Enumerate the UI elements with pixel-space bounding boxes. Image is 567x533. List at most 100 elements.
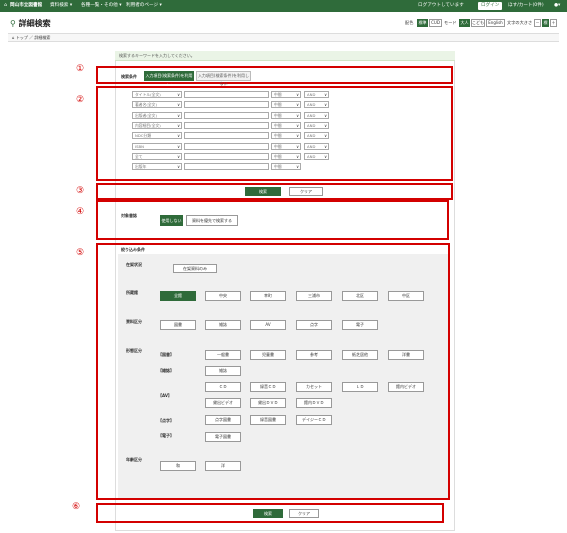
tab-use-conditions[interactable]: 入力項目(検索条件)を利用する — [144, 71, 194, 88]
match-select[interactable]: 中間 — [271, 111, 301, 119]
book-option[interactable]: 洋書 — [388, 350, 424, 360]
age-option[interactable]: 和 — [160, 461, 196, 471]
keyword-input[interactable] — [184, 142, 269, 150]
librarie-option[interactable]: 北区 — [342, 291, 378, 301]
match-select[interactable]: 中間 — [271, 121, 301, 129]
magazine-option[interactable]: 雑誌 — [205, 366, 241, 376]
match-select[interactable]: 中間 — [271, 163, 301, 171]
menu-mypage[interactable]: 利用者のページ ▾ — [126, 0, 162, 12]
field-select[interactable]: NDC分類 — [132, 132, 182, 140]
type-option[interactable]: 点字 — [296, 320, 332, 330]
operator-select[interactable]: AND — [304, 132, 329, 140]
help-icon[interactable]: ●▾ — [554, 0, 560, 12]
english-button[interactable]: English — [486, 19, 505, 27]
ebook-label: 【電子】 — [158, 433, 174, 438]
annotation-box-4 — [96, 200, 449, 240]
av-option[interactable]: 貸出ＤＶＤ — [250, 398, 286, 408]
age-option[interactable]: 洋 — [205, 461, 241, 471]
librarie-option[interactable]: 全館 — [160, 291, 196, 301]
material-type-label: 資料区分 — [126, 319, 142, 324]
type-option[interactable]: 雑誌 — [205, 320, 241, 330]
login-button[interactable]: ログイン — [478, 2, 503, 10]
av-option[interactable]: 録音ＣＤ — [250, 382, 286, 392]
av-option[interactable]: 館内ビデオ — [388, 382, 424, 392]
operator-select[interactable]: AND — [304, 91, 329, 98]
match-select[interactable]: 中間 — [271, 152, 301, 160]
field-select[interactable]: ISBN — [132, 142, 182, 150]
keyword-input[interactable] — [184, 121, 269, 129]
librarie-option[interactable]: 中区 — [388, 291, 424, 301]
av-option[interactable]: 貸出ビデオ — [205, 398, 241, 408]
font-standard-button[interactable]: 標 — [542, 19, 549, 27]
keyword-input[interactable] — [184, 101, 269, 109]
status-in-stock-button[interactable]: 在架資料のみ — [173, 264, 217, 273]
site-name[interactable]: 岡山市立図書館 — [10, 0, 42, 12]
av-option[interactable]: ＣＤ — [205, 382, 241, 392]
field-select[interactable]: 出版者(全文) — [132, 111, 182, 119]
color-standard-button[interactable]: 標準 — [417, 19, 428, 27]
operator-select[interactable]: AND — [304, 142, 329, 150]
librarie-option[interactable]: 三浦市 — [296, 291, 332, 301]
braille-option[interactable]: 点字図書 — [205, 415, 241, 425]
braille-label: 【点字】 — [158, 418, 174, 423]
bottom-clear-button[interactable]: クリア — [289, 509, 319, 518]
book-option[interactable]: 児童書 — [250, 350, 286, 360]
mode-kids-button[interactable]: こども — [471, 19, 485, 27]
av-option[interactable]: ＬＤ — [342, 382, 378, 392]
keyword-input[interactable] — [184, 132, 269, 140]
match-select[interactable]: 中間 — [271, 132, 301, 140]
clear-button[interactable]: クリア — [289, 187, 323, 196]
cart-link[interactable]: ほす/カート(0件) — [508, 0, 544, 12]
book-option[interactable]: 紙芝居他 — [342, 350, 378, 360]
field-select[interactable]: タイトル(全文) — [132, 91, 182, 98]
search-button[interactable]: 検索 — [245, 187, 281, 196]
target-option-none[interactable]: 使用しない — [160, 215, 183, 226]
breadcrumb-home[interactable]: トップ — [16, 35, 28, 40]
field-select[interactable]: 出版年 — [132, 163, 182, 171]
librarie-option[interactable]: 幸町 — [250, 291, 286, 301]
font-larger-button[interactable]: ＋ — [550, 19, 557, 27]
av-label: 【AV】 — [158, 393, 172, 398]
av-option[interactable]: 館内ＤＶＤ — [296, 398, 332, 408]
book-option[interactable]: 参考 — [296, 350, 332, 360]
mode-adult-button[interactable]: 大人 — [459, 19, 470, 27]
field-select[interactable]: 内容細目(全文) — [132, 121, 182, 129]
font-size-label: 文字の大きさ — [507, 20, 533, 25]
av-option[interactable]: カセット — [296, 382, 332, 392]
keyword-input[interactable] — [184, 91, 269, 98]
tab-no-conditions[interactable]: 入力項目(検索条件)を利用しない — [196, 71, 251, 86]
operator-select[interactable]: AND — [304, 121, 329, 129]
match-select[interactable]: 中間 — [271, 101, 301, 109]
operator-select[interactable]: AND — [304, 101, 329, 109]
librarie-option[interactable]: 中央 — [205, 291, 241, 301]
match-select[interactable]: 中間 — [271, 91, 301, 98]
ebook-option[interactable]: 電子図書 — [205, 432, 241, 442]
type-option[interactable]: 図書 — [160, 320, 196, 330]
color-label: 配色 — [405, 20, 414, 25]
target-label: 対象書誌 — [121, 213, 137, 218]
bottom-search-button[interactable]: 検索 — [253, 509, 283, 518]
operator-select[interactable]: AND — [304, 152, 329, 160]
breadcrumb-current: 詳細検索 — [34, 35, 51, 40]
braille-option[interactable]: デイジーＣＤ — [296, 415, 332, 425]
type-option[interactable]: AV — [250, 320, 286, 330]
keyword-input[interactable] — [184, 111, 269, 119]
book-option[interactable]: 一般書 — [205, 350, 241, 360]
color-cud-button[interactable]: CUD — [429, 19, 442, 27]
font-smaller-button[interactable]: － — [534, 19, 541, 27]
keyword-input[interactable] — [184, 152, 269, 160]
breadcrumb: ⌂ トップ ／ 詳細検索 — [8, 33, 559, 42]
home-icon: ⌂ — [4, 3, 7, 8]
target-option-priority[interactable]: 資料を優先で検索する — [186, 215, 238, 226]
match-select[interactable]: 中間 — [271, 142, 301, 150]
type-option[interactable]: 電子 — [342, 320, 378, 330]
field-select[interactable]: 著者名(全文) — [132, 101, 182, 109]
operator-select[interactable]: AND — [304, 111, 329, 119]
keyword-input[interactable] — [184, 163, 269, 171]
annotation-number-2: ② — [76, 95, 85, 105]
menu-lists[interactable]: 各種一覧・その他 ▾ — [81, 0, 122, 12]
menu-search[interactable]: 資料検索 ▾ — [50, 0, 72, 12]
library-label: 所蔵館 — [126, 290, 138, 295]
braille-option[interactable]: 録音図書 — [250, 415, 286, 425]
field-select[interactable]: 全て — [132, 152, 182, 160]
